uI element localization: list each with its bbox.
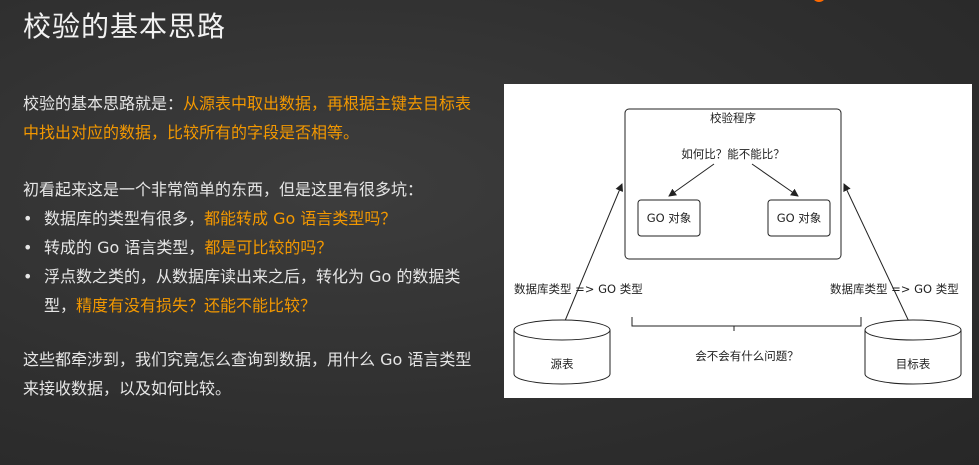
verification-diagram: 校验程序 如何比？能不能比？ GO 对象 GO 对象 数据库类型 => GO 类… [504, 84, 972, 398]
pitfall-item: 数据库的类型有很多，都能转成 Go 语言类型吗？ [23, 204, 483, 233]
top-accent-mark [812, 0, 826, 2]
right-conversion-label: 数据库类型 => GO 类型 [830, 282, 959, 296]
right-conversion-arrow [843, 183, 913, 329]
target-table-cylinder [864, 319, 962, 385]
pitfall-highlight: 都能转成 Go 语言类型吗？ [204, 209, 397, 228]
left-conversion-arrow [561, 183, 623, 329]
pitfall-highlight: 精度有没有损失？还能不能比较？ [76, 296, 317, 315]
pitfall-highlight: 都是可比较的吗？ [204, 238, 333, 257]
pitfall-item: 浮点数之类的，从数据库读出来之后，转化为 Go 的数据类型，精度有没有损失？还能… [23, 262, 483, 320]
pitfall-item: 转成的 Go 语言类型，都是可比较的吗？ [23, 233, 483, 262]
target-table-label: 目标表 [896, 357, 931, 371]
slide-title: 校验的基本思路 [23, 10, 227, 43]
pitfalls-section: 初看起来这是一个非常简单的东西，但是这里有很多坑： 数据库的类型有很多，都能转成… [23, 175, 483, 320]
conclusion-paragraph: 这些都牵涉到，我们究竟怎么查询到数据，用什么 Go 语言类型来接收数据，以及如何… [23, 350, 472, 398]
pitfall-text: 数据库的类型有很多， [44, 209, 205, 228]
intro-lead: 校验的基本思路就是： [23, 94, 184, 113]
intro-paragraph: 校验的基本思路就是：从源表中取出数据，再根据主键去目标表中找出对应的数据，比较所… [23, 89, 483, 147]
diagram-svg: 校验程序 如何比？能不能比？ GO 对象 GO 对象 数据库类型 => GO 类… [513, 108, 962, 385]
source-table-label: 源表 [551, 357, 574, 371]
pitfall-text: 转成的 Go 语言类型， [44, 238, 205, 257]
issue-brace [631, 317, 862, 331]
left-conversion-label: 数据库类型 => GO 类型 [514, 282, 643, 296]
right-go-object-label: GO 对象 [777, 211, 822, 225]
source-table-cylinder [513, 319, 611, 385]
program-label: 校验程序 [710, 111, 756, 125]
left-go-object-label: GO 对象 [647, 211, 692, 225]
issue-question: 会不会有什么问题？ [695, 349, 799, 363]
compare-question: 如何比？能不能比？ [681, 147, 785, 161]
pitfalls-intro: 初看起来这是一个非常简单的东西，但是这里有很多坑： [23, 180, 424, 199]
pitfalls-list: 数据库的类型有很多，都能转成 Go 语言类型吗？ 转成的 Go 语言类型，都是可… [23, 204, 483, 320]
